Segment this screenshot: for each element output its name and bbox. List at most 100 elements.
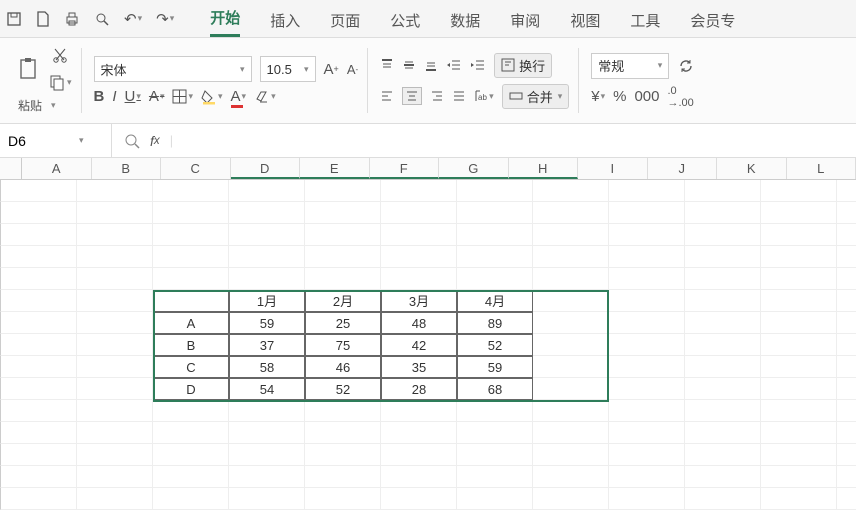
tab-3[interactable]: 公式 — [390, 10, 420, 37]
cell[interactable] — [609, 466, 685, 488]
column-header[interactable]: K — [717, 158, 787, 179]
column-header[interactable]: F — [370, 158, 440, 179]
align-center-icon[interactable] — [402, 87, 422, 105]
redo-icon[interactable]: ↷▾ — [156, 10, 174, 28]
cell[interactable] — [381, 224, 457, 246]
cell[interactable] — [77, 334, 153, 356]
borders-icon[interactable]: ▾ — [172, 89, 193, 104]
cell[interactable] — [609, 180, 685, 202]
cell[interactable]: 35 — [381, 356, 457, 378]
cell[interactable] — [457, 400, 533, 422]
cell[interactable] — [229, 422, 305, 444]
cell[interactable] — [533, 444, 609, 466]
cell[interactable] — [77, 378, 153, 400]
cell[interactable] — [761, 444, 837, 466]
cell[interactable] — [761, 334, 837, 356]
cell[interactable] — [1, 488, 77, 510]
cell[interactable] — [685, 400, 761, 422]
cell[interactable] — [229, 466, 305, 488]
print-icon[interactable] — [64, 11, 80, 27]
cell[interactable] — [457, 180, 533, 202]
cell[interactable]: 52 — [305, 378, 381, 400]
cell[interactable] — [229, 246, 305, 268]
cell[interactable] — [685, 466, 761, 488]
column-header[interactable]: L — [787, 158, 856, 179]
cell[interactable] — [761, 246, 837, 268]
tab-0[interactable]: 开始 — [210, 7, 240, 37]
cell[interactable] — [153, 268, 229, 290]
currency-icon[interactable]: ¥▾ — [591, 88, 605, 105]
cell[interactable] — [837, 180, 856, 202]
cell[interactable]: 4月 — [457, 290, 533, 312]
cell[interactable]: A — [153, 312, 229, 334]
cell[interactable] — [837, 246, 856, 268]
cell[interactable] — [837, 334, 856, 356]
cell[interactable] — [533, 268, 609, 290]
cell[interactable] — [837, 444, 856, 466]
cell[interactable] — [381, 444, 457, 466]
cell[interactable] — [77, 400, 153, 422]
cell[interactable] — [229, 400, 305, 422]
save-icon[interactable] — [6, 11, 22, 27]
increase-indent-icon[interactable] — [470, 58, 486, 72]
cell[interactable] — [77, 268, 153, 290]
cell[interactable] — [533, 466, 609, 488]
cell[interactable] — [153, 246, 229, 268]
file-icon[interactable] — [36, 11, 50, 27]
tab-7[interactable]: 工具 — [630, 10, 660, 37]
cell[interactable] — [305, 488, 381, 510]
cell[interactable] — [1, 400, 77, 422]
cell[interactable] — [457, 466, 533, 488]
cell[interactable] — [1, 378, 77, 400]
cell[interactable]: C — [153, 356, 229, 378]
cell[interactable] — [609, 246, 685, 268]
cell[interactable] — [153, 422, 229, 444]
cell[interactable] — [761, 312, 837, 334]
cell[interactable] — [837, 268, 856, 290]
align-bottom-icon[interactable] — [424, 58, 438, 72]
cell[interactable] — [457, 488, 533, 510]
cell[interactable] — [77, 246, 153, 268]
cell[interactable] — [77, 290, 153, 312]
cell[interactable]: 3月 — [381, 290, 457, 312]
align-left-icon[interactable] — [380, 89, 394, 103]
orientation-icon[interactable]: ab▾ — [474, 89, 494, 103]
cell[interactable] — [381, 246, 457, 268]
cell[interactable] — [533, 180, 609, 202]
cell[interactable] — [837, 202, 856, 224]
cell[interactable]: 2月 — [305, 290, 381, 312]
number-format-select[interactable]: 常规▾ — [591, 53, 669, 79]
align-middle-icon[interactable] — [402, 58, 416, 72]
cell[interactable] — [381, 466, 457, 488]
decrease-indent-icon[interactable] — [446, 58, 462, 72]
cell[interactable] — [761, 180, 837, 202]
cell[interactable] — [533, 488, 609, 510]
font-size-select[interactable]: 10.5▾ — [260, 56, 316, 82]
cell[interactable] — [1, 290, 77, 312]
cell[interactable] — [305, 422, 381, 444]
print-preview-icon[interactable] — [94, 11, 110, 27]
cell[interactable] — [685, 356, 761, 378]
cell[interactable] — [77, 444, 153, 466]
cell[interactable] — [685, 334, 761, 356]
cell[interactable] — [685, 444, 761, 466]
cell[interactable]: 37 — [229, 334, 305, 356]
cell[interactable] — [837, 290, 856, 312]
cell[interactable] — [153, 202, 229, 224]
cell[interactable] — [305, 246, 381, 268]
cell[interactable]: 42 — [381, 334, 457, 356]
cell[interactable] — [305, 466, 381, 488]
cell[interactable] — [609, 290, 685, 312]
cell[interactable] — [685, 202, 761, 224]
name-box[interactable]: ▾ — [0, 124, 112, 157]
cell[interactable] — [457, 422, 533, 444]
cell[interactable] — [761, 224, 837, 246]
percent-icon[interactable]: % — [613, 88, 626, 105]
column-header[interactable]: C — [161, 158, 231, 179]
cell[interactable] — [305, 268, 381, 290]
cell[interactable] — [837, 312, 856, 334]
cell[interactable]: 75 — [305, 334, 381, 356]
name-box-input[interactable] — [8, 133, 78, 149]
cut-icon[interactable] — [48, 47, 72, 65]
cell[interactable] — [229, 488, 305, 510]
